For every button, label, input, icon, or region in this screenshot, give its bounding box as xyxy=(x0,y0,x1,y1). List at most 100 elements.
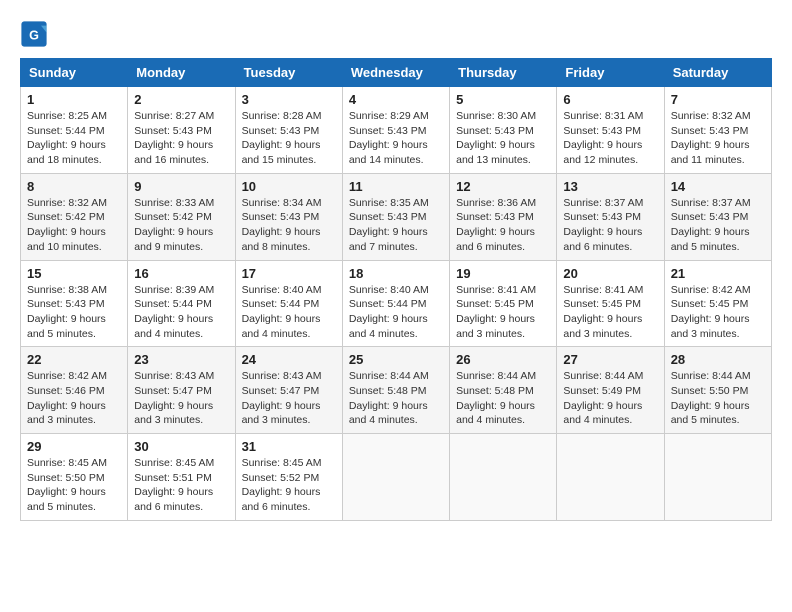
calendar-cell: 22 Sunrise: 8:42 AMSunset: 5:46 PMDayligh… xyxy=(21,347,128,434)
calendar-cell xyxy=(557,434,664,521)
day-detail: Sunrise: 8:42 AMSunset: 5:45 PMDaylight:… xyxy=(671,283,765,342)
day-detail: Sunrise: 8:37 AMSunset: 5:43 PMDaylight:… xyxy=(671,196,765,255)
day-number: 18 xyxy=(349,266,443,281)
calendar-cell: 8 Sunrise: 8:32 AMSunset: 5:42 PMDaylight… xyxy=(21,173,128,260)
calendar-week-row: 8 Sunrise: 8:32 AMSunset: 5:42 PMDaylight… xyxy=(21,173,772,260)
calendar-cell: 18 Sunrise: 8:40 AMSunset: 5:44 PMDayligh… xyxy=(342,260,449,347)
calendar-week-row: 15Sunrise: 8:38 AMSunset: 5:43 PMDayligh… xyxy=(21,260,772,347)
day-detail: Sunrise: 8:45 AMSunset: 5:51 PMDaylight:… xyxy=(134,456,228,515)
logo: G xyxy=(20,20,52,48)
calendar-week-row: 29 Sunrise: 8:45 AMSunset: 5:50 PMDayligh… xyxy=(21,434,772,521)
day-number: 12 xyxy=(456,179,550,194)
day-number: 9 xyxy=(134,179,228,194)
day-number: 30 xyxy=(134,439,228,454)
day-number: 10 xyxy=(242,179,336,194)
calendar-cell: 5 Sunrise: 8:30 AMSunset: 5:43 PMDaylight… xyxy=(450,87,557,174)
day-number: 23 xyxy=(134,352,228,367)
day-detail: Sunrise: 8:36 AMSunset: 5:43 PMDaylight:… xyxy=(456,196,550,255)
day-detail: Sunrise: 8:28 AMSunset: 5:43 PMDaylight:… xyxy=(242,109,336,168)
calendar-cell: 11 Sunrise: 8:35 AMSunset: 5:43 PMDayligh… xyxy=(342,173,449,260)
calendar-cell: 17Sunrise: 8:40 AMSunset: 5:44 PMDayligh… xyxy=(235,260,342,347)
day-number: 22 xyxy=(27,352,121,367)
day-detail: Sunrise: 8:32 AMSunset: 5:42 PMDaylight:… xyxy=(27,196,121,255)
day-number: 13 xyxy=(563,179,657,194)
day-detail: Sunrise: 8:39 AMSunset: 5:44 PMDaylight:… xyxy=(134,283,228,342)
day-number: 29 xyxy=(27,439,121,454)
day-detail: Sunrise: 8:41 AMSunset: 5:45 PMDaylight:… xyxy=(563,283,657,342)
calendar-cell: 3Sunrise: 8:28 AMSunset: 5:43 PMDaylight… xyxy=(235,87,342,174)
calendar-header-sunday: Sunday xyxy=(21,59,128,87)
day-number: 24 xyxy=(242,352,336,367)
calendar-cell: 7 Sunrise: 8:32 AMSunset: 5:43 PMDaylight… xyxy=(664,87,771,174)
day-number: 27 xyxy=(563,352,657,367)
calendar-cell: 27 Sunrise: 8:44 AMSunset: 5:49 PMDayligh… xyxy=(557,347,664,434)
day-detail: Sunrise: 8:45 AMSunset: 5:52 PMDaylight:… xyxy=(242,456,336,515)
calendar-week-row: 1 Sunrise: 8:25 AMSunset: 5:44 PMDaylight… xyxy=(21,87,772,174)
calendar-header-tuesday: Tuesday xyxy=(235,59,342,87)
day-detail: Sunrise: 8:44 AMSunset: 5:48 PMDaylight:… xyxy=(456,369,550,428)
calendar-cell: 12 Sunrise: 8:36 AMSunset: 5:43 PMDayligh… xyxy=(450,173,557,260)
calendar-table: SundayMondayTuesdayWednesdayThursdayFrid… xyxy=(20,58,772,521)
day-number: 20 xyxy=(563,266,657,281)
day-detail: Sunrise: 8:33 AMSunset: 5:42 PMDaylight:… xyxy=(134,196,228,255)
day-detail: Sunrise: 8:35 AMSunset: 5:43 PMDaylight:… xyxy=(349,196,443,255)
calendar-cell xyxy=(664,434,771,521)
calendar-cell: 16 Sunrise: 8:39 AMSunset: 5:44 PMDayligh… xyxy=(128,260,235,347)
day-number: 2 xyxy=(134,92,228,107)
calendar-cell: 4 Sunrise: 8:29 AMSunset: 5:43 PMDaylight… xyxy=(342,87,449,174)
calendar-cell: 1 Sunrise: 8:25 AMSunset: 5:44 PMDaylight… xyxy=(21,87,128,174)
calendar-header-row: SundayMondayTuesdayWednesdayThursdayFrid… xyxy=(21,59,772,87)
day-number: 1 xyxy=(27,92,121,107)
page-header: G xyxy=(20,20,772,48)
calendar-cell: 28Sunrise: 8:44 AMSunset: 5:50 PMDayligh… xyxy=(664,347,771,434)
day-number: 7 xyxy=(671,92,765,107)
day-number: 5 xyxy=(456,92,550,107)
calendar-cell: 31Sunrise: 8:45 AMSunset: 5:52 PMDayligh… xyxy=(235,434,342,521)
day-detail: Sunrise: 8:37 AMSunset: 5:43 PMDaylight:… xyxy=(563,196,657,255)
day-detail: Sunrise: 8:34 AMSunset: 5:43 PMDaylight:… xyxy=(242,196,336,255)
day-detail: Sunrise: 8:32 AMSunset: 5:43 PMDaylight:… xyxy=(671,109,765,168)
calendar-cell: 26 Sunrise: 8:44 AMSunset: 5:48 PMDayligh… xyxy=(450,347,557,434)
calendar-cell: 23 Sunrise: 8:43 AMSunset: 5:47 PMDayligh… xyxy=(128,347,235,434)
day-detail: Sunrise: 8:31 AMSunset: 5:43 PMDaylight:… xyxy=(563,109,657,168)
day-detail: Sunrise: 8:43 AMSunset: 5:47 PMDaylight:… xyxy=(134,369,228,428)
day-detail: Sunrise: 8:45 AMSunset: 5:50 PMDaylight:… xyxy=(27,456,121,515)
day-number: 11 xyxy=(349,179,443,194)
day-detail: Sunrise: 8:44 AMSunset: 5:50 PMDaylight:… xyxy=(671,369,765,428)
day-number: 8 xyxy=(27,179,121,194)
day-detail: Sunrise: 8:27 AMSunset: 5:43 PMDaylight:… xyxy=(134,109,228,168)
day-number: 21 xyxy=(671,266,765,281)
day-detail: Sunrise: 8:40 AMSunset: 5:44 PMDaylight:… xyxy=(349,283,443,342)
calendar-cell: 2 Sunrise: 8:27 AMSunset: 5:43 PMDaylight… xyxy=(128,87,235,174)
day-number: 26 xyxy=(456,352,550,367)
day-number: 15 xyxy=(27,266,121,281)
day-detail: Sunrise: 8:25 AMSunset: 5:44 PMDaylight:… xyxy=(27,109,121,168)
day-detail: Sunrise: 8:30 AMSunset: 5:43 PMDaylight:… xyxy=(456,109,550,168)
calendar-cell: 25Sunrise: 8:44 AMSunset: 5:48 PMDayligh… xyxy=(342,347,449,434)
calendar-cell: 19Sunrise: 8:41 AMSunset: 5:45 PMDayligh… xyxy=(450,260,557,347)
day-detail: Sunrise: 8:42 AMSunset: 5:46 PMDaylight:… xyxy=(27,369,121,428)
day-number: 6 xyxy=(563,92,657,107)
day-detail: Sunrise: 8:41 AMSunset: 5:45 PMDaylight:… xyxy=(456,283,550,342)
calendar-cell: 21 Sunrise: 8:42 AMSunset: 5:45 PMDayligh… xyxy=(664,260,771,347)
calendar-week-row: 22 Sunrise: 8:42 AMSunset: 5:46 PMDayligh… xyxy=(21,347,772,434)
calendar-cell: 9 Sunrise: 8:33 AMSunset: 5:42 PMDaylight… xyxy=(128,173,235,260)
calendar-cell: 30 Sunrise: 8:45 AMSunset: 5:51 PMDayligh… xyxy=(128,434,235,521)
calendar-header-thursday: Thursday xyxy=(450,59,557,87)
day-number: 16 xyxy=(134,266,228,281)
day-number: 4 xyxy=(349,92,443,107)
calendar-cell: 24Sunrise: 8:43 AMSunset: 5:47 PMDayligh… xyxy=(235,347,342,434)
calendar-cell: 10 Sunrise: 8:34 AMSunset: 5:43 PMDayligh… xyxy=(235,173,342,260)
day-detail: Sunrise: 8:40 AMSunset: 5:44 PMDaylight:… xyxy=(242,283,336,342)
day-detail: Sunrise: 8:44 AMSunset: 5:49 PMDaylight:… xyxy=(563,369,657,428)
calendar-cell: 6 Sunrise: 8:31 AMSunset: 5:43 PMDaylight… xyxy=(557,87,664,174)
calendar-cell: 13 Sunrise: 8:37 AMSunset: 5:43 PMDayligh… xyxy=(557,173,664,260)
calendar-header-friday: Friday xyxy=(557,59,664,87)
calendar-cell: 29 Sunrise: 8:45 AMSunset: 5:50 PMDayligh… xyxy=(21,434,128,521)
day-detail: Sunrise: 8:29 AMSunset: 5:43 PMDaylight:… xyxy=(349,109,443,168)
calendar-cell xyxy=(450,434,557,521)
calendar-header-monday: Monday xyxy=(128,59,235,87)
calendar-header-wednesday: Wednesday xyxy=(342,59,449,87)
logo-icon: G xyxy=(20,20,48,48)
calendar-cell xyxy=(342,434,449,521)
